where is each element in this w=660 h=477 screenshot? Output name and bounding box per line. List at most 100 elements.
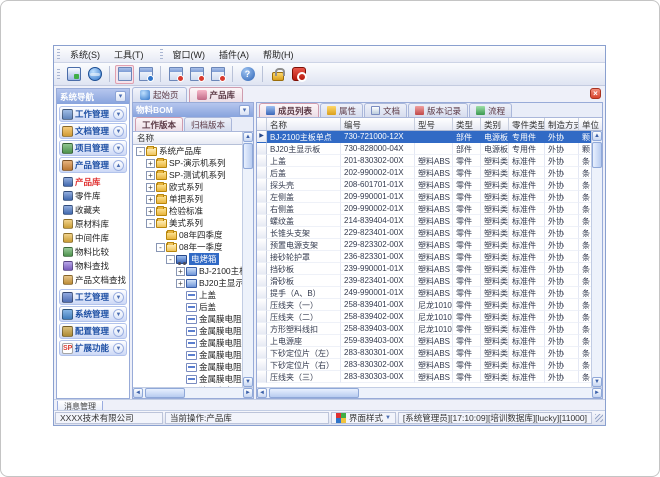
expand-icon[interactable]: + — [176, 267, 185, 276]
globe-button[interactable] — [85, 65, 104, 84]
sidebar-group-工艺管理[interactable]: 工艺管理▼ — [59, 289, 127, 305]
table-row[interactable]: 螺纹盖214-839404-01X塑料ABS零件塑料类标准件外协条 — [257, 215, 591, 227]
row-selector[interactable] — [257, 347, 267, 359]
table-row[interactable]: 提手（A、B）249-990001-01X塑料ABS零件塑料类标准件外协条 — [257, 287, 591, 299]
menu-item-5[interactable]: 帮助(H) — [256, 46, 301, 63]
bom-tab-归档版本[interactable]: 归档版本 — [184, 117, 232, 131]
table-row[interactable]: 上电源座259-839403-00X塑料ABS零件塑料类标准件外协条 — [257, 335, 591, 347]
expand-icon[interactable]: + — [146, 195, 155, 204]
window-refresh-button[interactable] — [208, 65, 227, 84]
table-row[interactable]: 右侧盖209-990002-01X塑料ABS零件塑料类标准件外协条 — [257, 203, 591, 215]
sidebar-group-工作管理[interactable]: 工作管理▼ — [59, 106, 127, 122]
tree-node[interactable]: 金属膜电阻器 — [133, 313, 242, 325]
row-selector[interactable]: ▶ — [257, 131, 267, 143]
scrollbar-thumb[interactable] — [145, 388, 185, 398]
row-selector[interactable] — [257, 299, 267, 311]
chevron-down-icon[interactable]: ▼ — [113, 326, 124, 337]
table-row[interactable]: 挡砂板239-990001-01X塑料ABS零件塑料类标准件外协条 — [257, 263, 591, 275]
tree-node[interactable]: +单把系列 — [133, 193, 242, 205]
toolbar-grip[interactable] — [57, 69, 60, 80]
column-header-类别[interactable]: 类别 — [481, 118, 509, 130]
menu-item-4[interactable]: 插件(A) — [212, 46, 256, 63]
collapse-icon[interactable]: - — [136, 147, 145, 156]
scrollbar-thumb[interactable] — [243, 143, 253, 169]
window-list-button[interactable] — [136, 65, 155, 84]
menu-item-1[interactable]: 系统(S) — [63, 46, 107, 63]
sidebar-group-配置管理[interactable]: 配置管理▼ — [59, 323, 127, 339]
scroll-right-icon[interactable]: ► — [243, 388, 253, 398]
tree-node[interactable]: 金属膜电阻器 — [133, 349, 242, 361]
member-tab-版本记录[interactable]: 版本记录 — [408, 103, 468, 117]
row-selector[interactable] — [257, 155, 267, 167]
tree-node[interactable]: 金属膜电阻器 — [133, 373, 242, 385]
column-header-零件类型[interactable]: 零件类型 — [509, 118, 545, 130]
table-row[interactable]: 左侧盖209-990001-01X塑料ABS零件塑料类标准件外协条 — [257, 191, 591, 203]
tree-node[interactable]: 后盖 — [133, 301, 242, 313]
row-selector[interactable] — [257, 203, 267, 215]
table-row[interactable]: 滑砂板239-823401-00X塑料ABS零件塑料类标准件外协条 — [257, 275, 591, 287]
column-header-名称[interactable]: 名称 — [267, 118, 341, 130]
sidebar-group-系统管理[interactable]: 系统管理▼ — [59, 306, 127, 322]
row-selector[interactable] — [257, 311, 267, 323]
table-row[interactable]: 探头壳208-601701-01X塑料ABS零件塑料类标准件外协条 — [257, 179, 591, 191]
exit-button[interactable] — [289, 65, 308, 84]
table-row[interactable]: 下砂定位片（左）283-830301-00X塑料ABS零件塑料类标准件外协条 — [257, 347, 591, 359]
expand-icon[interactable]: + — [146, 183, 155, 192]
sidebar-item-原材料库[interactable]: 原材料库 — [63, 217, 127, 231]
row-selector[interactable] — [257, 359, 267, 371]
tree-node[interactable]: 08年四季度 — [133, 229, 242, 241]
pin-icon[interactable]: ▾ — [239, 105, 250, 116]
scroll-left-icon[interactable]: ◄ — [257, 388, 267, 398]
monitor-button[interactable] — [64, 65, 83, 84]
window-close-button[interactable] — [166, 65, 185, 84]
tree-horizontal-scrollbar[interactable]: ◄ ► — [133, 387, 253, 398]
help-button[interactable]: ? — [238, 65, 257, 84]
lock-button[interactable] — [268, 65, 287, 84]
scroll-left-icon[interactable]: ◄ — [133, 388, 143, 398]
row-selector[interactable] — [257, 251, 267, 263]
tree-node[interactable]: -系统产品库 — [133, 145, 242, 157]
row-selector[interactable] — [257, 143, 267, 155]
chevron-down-icon[interactable]: ▼ — [113, 343, 124, 354]
collapse-icon[interactable]: - — [166, 255, 175, 264]
sidebar-item-产品文档查找[interactable]: 产品文档查找 — [63, 273, 127, 287]
scroll-right-icon[interactable]: ► — [592, 388, 602, 398]
table-row[interactable]: 接砂轮护罩236-823301-00X塑料ABS零件塑料类标准件外协条 — [257, 251, 591, 263]
table-vertical-scrollbar[interactable]: ▲ ▼ — [591, 131, 602, 387]
scroll-up-icon[interactable]: ▲ — [243, 132, 253, 142]
column-header-单位[interactable]: 单位 — [579, 118, 602, 130]
row-selector[interactable] — [257, 275, 267, 287]
sidebar-item-物料查找[interactable]: 物料查找 — [63, 259, 127, 273]
table-row[interactable]: 上盖201-830302-00X塑料ABS零件塑料类标准件外协条 — [257, 155, 591, 167]
column-header-类型[interactable]: 类型 — [453, 118, 481, 130]
row-selector[interactable] — [257, 323, 267, 335]
sidebar-item-产品库[interactable]: 产品库 — [63, 175, 127, 189]
member-tab-属性[interactable]: 属性 — [320, 103, 363, 117]
tree-node[interactable]: +检验标准 — [133, 205, 242, 217]
table-horizontal-scrollbar[interactable]: ◄ ► — [257, 387, 602, 398]
tree-column-header[interactable]: 名称 — [133, 132, 253, 145]
doc-tab-起始页[interactable]: 起始页 — [132, 87, 187, 102]
tree-node[interactable]: +SP-演示机系列 — [133, 157, 242, 169]
tree-node[interactable]: 上盖 — [133, 289, 242, 301]
tree-node[interactable]: 金属膜电阻器 — [133, 337, 242, 349]
bom-tab-工作版本[interactable]: 工作版本 — [135, 117, 183, 131]
scroll-up-icon[interactable]: ▲ — [592, 131, 602, 141]
table-row[interactable]: 压线夹（一）258-839401-00X尼龙1010零件塑料类标准件外协条 — [257, 299, 591, 311]
scroll-down-icon[interactable]: ▼ — [243, 377, 253, 387]
scroll-down-icon[interactable]: ▼ — [592, 377, 602, 387]
sidebar-item-物料比较[interactable]: 物料比较 — [63, 245, 127, 259]
window-export-button[interactable] — [187, 65, 206, 84]
row-selector[interactable] — [257, 335, 267, 347]
column-header-制造方式[interactable]: 制造方式 — [545, 118, 579, 130]
tree-node[interactable]: +SP-测试机系列 — [133, 169, 242, 181]
row-selector[interactable] — [257, 263, 267, 275]
expand-icon[interactable]: + — [146, 159, 155, 168]
table-row[interactable]: 长锥头支架229-823401-00X塑料ABS零件塑料类标准件外协条 — [257, 227, 591, 239]
tree-node[interactable]: -美式系列 — [133, 217, 242, 229]
close-icon[interactable]: × — [590, 88, 601, 99]
tree-node[interactable]: +BJ20主显示板 — [133, 277, 242, 289]
scrollbar-thumb[interactable] — [269, 388, 359, 398]
chevron-down-icon[interactable]: ▼ — [113, 292, 124, 303]
menu-item-2[interactable]: 工具(T) — [107, 46, 151, 63]
